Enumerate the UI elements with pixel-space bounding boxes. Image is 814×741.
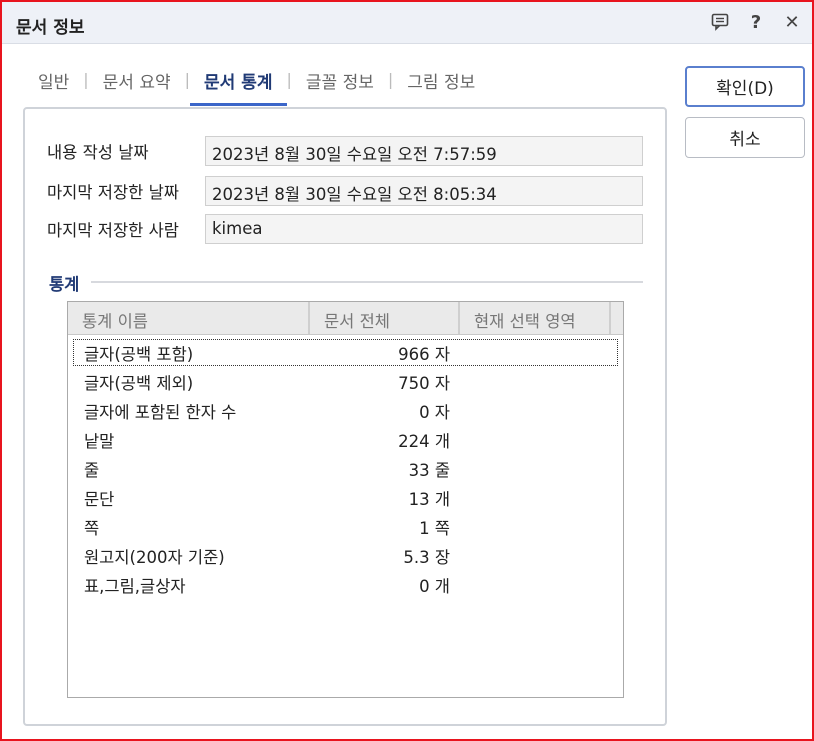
saved-by-row: 마지막 저장한 사람 kimea xyxy=(47,214,643,244)
close-icon[interactable]: ✕ xyxy=(782,11,802,33)
saved-date-label: 마지막 저장한 날짜 xyxy=(47,183,179,202)
table-row[interactable]: 글자(공백 포함) 966 자 xyxy=(72,338,619,367)
table-row[interactable]: 원고지(200자 기준) 5.3 장 xyxy=(68,541,623,570)
stats-heading: 통계 xyxy=(49,275,80,294)
tab-summary[interactable]: 문서 요약 xyxy=(89,64,185,103)
dialog-title: 문서 정보 xyxy=(16,18,85,38)
ok-button[interactable]: 확인(D) xyxy=(685,66,805,107)
stat-name: 낱말 xyxy=(84,432,115,451)
tab-image-info[interactable]: 그림 정보 xyxy=(393,64,489,103)
cancel-button[interactable]: 취소 xyxy=(685,117,805,158)
stat-total: 0 자 xyxy=(419,403,450,422)
created-date-label: 내용 작성 날짜 xyxy=(47,143,149,162)
saved-date-field: 2023년 8월 30일 수요일 오전 8:05:34 xyxy=(205,176,643,206)
help-icon[interactable]: ? xyxy=(746,11,766,33)
chat-icon-glyph xyxy=(711,13,729,31)
chat-icon[interactable] xyxy=(710,11,730,33)
ok-button-label: 확인(D) xyxy=(716,79,774,99)
table-row[interactable]: 줄 33 줄 xyxy=(68,454,623,483)
table-row[interactable]: 글자에 포함된 한자 수 0 자 xyxy=(68,396,623,425)
column-header-total[interactable]: 문서 전체 xyxy=(310,302,460,334)
table-row[interactable]: 표,그림,글상자 0 개 xyxy=(68,570,623,599)
statistics-panel: 내용 작성 날짜 2023년 8월 30일 수요일 오전 7:57:59 마지막… xyxy=(23,107,667,726)
created-date-row: 내용 작성 날짜 2023년 8월 30일 수요일 오전 7:57:59 xyxy=(47,136,643,166)
cancel-button-label: 취소 xyxy=(729,130,761,150)
saved-by-label: 마지막 저장한 사람 xyxy=(47,221,179,240)
stats-table[interactable]: 통계 이름 문서 전체 현재 선택 영역 글자(공백 포함) 966 자 글자(… xyxy=(67,301,624,698)
tab-font-info[interactable]: 글꼴 정보 xyxy=(292,64,388,103)
stat-name: 원고지(200자 기준) xyxy=(84,548,225,567)
tab-statistics[interactable]: 문서 통계 xyxy=(190,64,287,106)
stat-total: 1 쪽 xyxy=(419,519,450,538)
stat-name: 표,그림,글상자 xyxy=(84,577,186,596)
stat-total: 750 자 xyxy=(398,374,450,393)
stat-name: 문단 xyxy=(84,490,115,509)
stat-total: 5.3 장 xyxy=(403,548,450,567)
stat-total: 0 개 xyxy=(419,577,450,596)
table-row[interactable]: 낱말 224 개 xyxy=(68,425,623,454)
stat-name: 쪽 xyxy=(84,519,100,538)
stat-total: 13 개 xyxy=(408,490,450,509)
stat-name: 글자(공백 포함) xyxy=(84,345,194,364)
column-header-selection[interactable]: 현재 선택 영역 xyxy=(460,302,611,334)
stats-rows: 글자(공백 포함) 966 자 글자(공백 제외) 750 자 글자에 포함된 … xyxy=(68,338,623,599)
stats-divider xyxy=(91,281,643,283)
stat-name: 글자(공백 제외) xyxy=(84,374,194,393)
document-info-dialog: 문서 정보 ? ✕ 일반 | 문서 요약 | 문서 통계 | 글꼴 정보 | 그… xyxy=(0,0,814,741)
stat-total: 966 자 xyxy=(398,345,450,364)
stats-table-header: 통계 이름 문서 전체 현재 선택 영역 xyxy=(68,302,623,335)
table-row[interactable]: 쪽 1 쪽 xyxy=(68,512,623,541)
tab-general[interactable]: 일반 xyxy=(24,64,83,103)
stat-name: 줄 xyxy=(84,461,100,480)
saved-by-field: kimea xyxy=(205,214,643,244)
created-date-field: 2023년 8월 30일 수요일 오전 7:57:59 xyxy=(205,136,643,166)
stat-total: 33 줄 xyxy=(408,461,450,480)
stat-total: 224 개 xyxy=(398,432,450,451)
column-header-name[interactable]: 통계 이름 xyxy=(68,302,310,334)
titlebar: 문서 정보 ? ✕ xyxy=(2,2,812,44)
table-row[interactable]: 글자(공백 제외) 750 자 xyxy=(68,367,623,396)
table-row[interactable]: 문단 13 개 xyxy=(68,483,623,512)
tab-bar: 일반 | 문서 요약 | 문서 통계 | 글꼴 정보 | 그림 정보 xyxy=(24,64,489,106)
saved-date-row: 마지막 저장한 날짜 2023년 8월 30일 수요일 오전 8:05:34 xyxy=(47,176,643,206)
stat-name: 글자에 포함된 한자 수 xyxy=(84,403,237,422)
